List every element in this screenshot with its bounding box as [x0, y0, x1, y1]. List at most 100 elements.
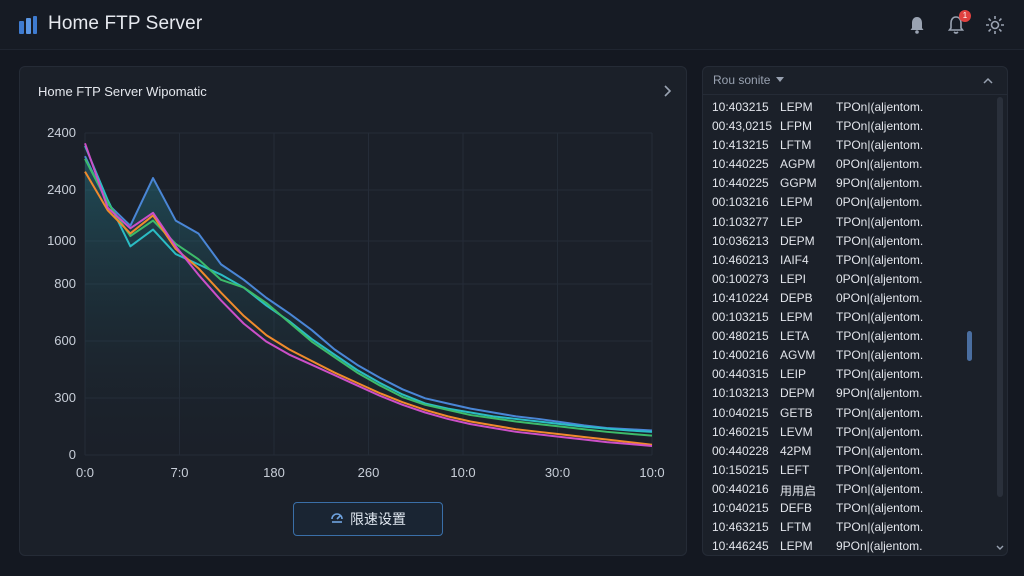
log-type: LEPM: [780, 310, 813, 325]
log-msg: TPOn|(aljentom.: [836, 481, 924, 496]
log-row[interactable]: 00:100273 LEPI 0POn|(aljentom.: [703, 272, 993, 291]
log-row[interactable]: 10:440225 AGPM 0POn|(aljentom.: [703, 157, 993, 176]
log-scrollbar-inner[interactable]: [967, 331, 972, 497]
log-time: 10:460215: [712, 424, 769, 439]
log-type: LEPM: [780, 100, 813, 114]
x-tick-label: 30:0: [545, 465, 570, 480]
log-msg: TPOn|(aljentom.: [836, 424, 924, 439]
log-time: 10:150215: [712, 462, 769, 477]
log-type: GGPM: [780, 176, 817, 191]
log-type: GETB: [780, 405, 813, 420]
log-header: Rou sonite: [703, 67, 1007, 95]
log-row[interactable]: 10:040215 DEFB TPOn|(aljentom.: [703, 501, 993, 520]
y-tick-label: 2400: [47, 182, 76, 197]
log-row[interactable]: 00:440315 LEIP TPOn|(aljentom.: [703, 367, 993, 386]
chevron-down-icon[interactable]: [995, 543, 1005, 553]
bell-icon[interactable]: [906, 14, 928, 36]
log-msg: 9POn|(aljentom.: [836, 176, 923, 191]
log-time: 10:446245: [712, 539, 769, 554]
x-tick-label: 260: [358, 465, 380, 480]
log-type: AGPM: [780, 157, 816, 172]
log-row[interactable]: 10:460215 LEVM TPOn|(aljentom.: [703, 425, 993, 444]
chevron-up-icon[interactable]: [982, 75, 994, 87]
log-msg: 0POn|(aljentom.: [836, 195, 923, 210]
log-type: LEP: [780, 214, 803, 229]
settings-icon[interactable]: [984, 14, 1006, 36]
log-row[interactable]: 10:410224 DEPB 0POn|(aljentom.: [703, 291, 993, 310]
log-time: 00:100273: [712, 271, 769, 286]
log-time: 10:460213: [712, 252, 769, 267]
log-row[interactable]: 00:43,0215 LFPM TPOn|(aljentom.: [703, 119, 993, 138]
log-row[interactable]: 10:036213 DEPM TPOn|(aljentom.: [703, 234, 993, 253]
log-time: 10:040215: [712, 405, 769, 420]
log-row[interactable]: 10:103277 LEP TPOn|(aljentom.: [703, 215, 993, 234]
log-msg: TPOn|(aljentom.: [836, 252, 924, 267]
log-msg: TPOn|(aljentom.: [836, 214, 924, 229]
y-axis: 0 300 600 800 1000 2400 2400: [47, 125, 76, 462]
log-type: LETA: [780, 329, 810, 344]
log-row[interactable]: 10:150215 LEFT TPOn|(aljentom.: [703, 463, 993, 482]
log-time: 10:103277: [712, 214, 769, 229]
log-time: 00:103215: [712, 310, 769, 325]
log-type: LEPI: [780, 271, 807, 286]
log-type: 用用启: [780, 483, 817, 498]
y-tick-label: 0: [69, 447, 76, 462]
log-row[interactable]: 00:103216 LEPM 0POn|(aljentom.: [703, 195, 993, 214]
log-row[interactable]: 00:103215 LEPM TPOn|(aljentom.: [703, 310, 993, 329]
log-type: DEPM: [780, 386, 815, 401]
log-row[interactable]: 10:413215 LFTM TPOn|(aljentom.: [703, 138, 993, 157]
log-time: 10:400216: [712, 348, 769, 363]
log-type: LFPM: [780, 119, 813, 134]
speed-limit-button-label: 限速设置: [350, 511, 406, 527]
caret-down-icon: [776, 77, 785, 82]
log-scrollbar[interactable]: [997, 97, 1003, 497]
x-axis: 0:0 7:0 180 260 10:0 30:0 10:0: [76, 465, 665, 480]
log-row[interactable]: 10:446245 LEPM 9POn|(aljentom.: [703, 539, 993, 555]
speed-limit-button[interactable]: 限速设置: [293, 502, 443, 536]
log-type: LEFT: [780, 462, 810, 477]
log-time: 10:440225: [712, 157, 769, 172]
log-panel: Rou sonite 10:403215 LEPM TPOn|(aljentom. 0…: [702, 66, 1008, 556]
log-time: 10:440225: [712, 176, 769, 191]
log-type: LEPM: [780, 195, 813, 210]
log-msg: 0POn|(aljentom.: [836, 271, 923, 286]
log-time: 10:103213: [712, 386, 769, 401]
log-row[interactable]: 00:440216 用用启 TPOn|(aljentom.: [703, 482, 993, 501]
log-type: LFTM: [780, 520, 812, 535]
x-tick-label: 10:0: [639, 465, 664, 480]
log-time: 10:040215: [712, 500, 769, 515]
log-row[interactable]: 10:040215 GETB TPOn|(aljentom.: [703, 406, 993, 425]
log-type: LFTM: [780, 138, 812, 153]
chart-panel: Home FTP Server Wipomatic 0 300 600 800 1000…: [19, 66, 687, 556]
log-type: DEPM: [780, 233, 815, 248]
log-msg: TPOn|(aljentom.: [836, 100, 924, 114]
log-time: 00:440228: [712, 443, 769, 458]
log-msg: TPOn|(aljentom.: [836, 520, 924, 535]
log-scrollbar-thumb[interactable]: [967, 331, 972, 361]
log-row[interactable]: 10:403215 LEPM TPOn|(aljentom.: [703, 100, 993, 119]
log-msg: TPOn|(aljentom.: [836, 367, 924, 382]
notification-badge: 1: [959, 10, 971, 22]
log-row[interactable]: 00:440228 42PM TPOn|(aljentom.: [703, 444, 993, 463]
y-tick-label: 800: [54, 276, 76, 291]
log-msg: TPOn|(aljentom.: [836, 233, 924, 248]
log-msg: TPOn|(aljentom.: [836, 443, 924, 458]
log-type: LEIP: [780, 367, 807, 382]
log-row[interactable]: 10:460213 IAIF4 TPOn|(aljentom.: [703, 253, 993, 272]
speed-limit-icon: [331, 513, 343, 523]
top-bar: Home FTP Server 1: [0, 0, 1024, 50]
log-source-select-label: Rou sonite: [713, 73, 771, 87]
log-row[interactable]: 10:440225 GGPM 9POn|(aljentom.: [703, 176, 993, 195]
log-row[interactable]: 10:103213 DEPM 9POn|(aljentom.: [703, 386, 993, 405]
log-row[interactable]: 00:480215 LETA TPOn|(aljentom.: [703, 329, 993, 348]
log-row[interactable]: 10:463215 LFTM TPOn|(aljentom.: [703, 520, 993, 539]
log-type: LEPM: [780, 539, 813, 554]
app-logo-icon: [19, 16, 37, 34]
log-row[interactable]: 10:400216 AGVM TPOn|(aljentom.: [703, 348, 993, 367]
log-msg: 9POn|(aljentom.: [836, 386, 923, 401]
log-source-select[interactable]: Rou sonite: [713, 73, 785, 87]
log-time: 10:413215: [712, 138, 769, 153]
log-time: 00:440315: [712, 367, 769, 382]
log-time: 00:103216: [712, 195, 769, 210]
log-list: 10:403215 LEPM TPOn|(aljentom. 00:43,0215 LF…: [703, 100, 993, 555]
